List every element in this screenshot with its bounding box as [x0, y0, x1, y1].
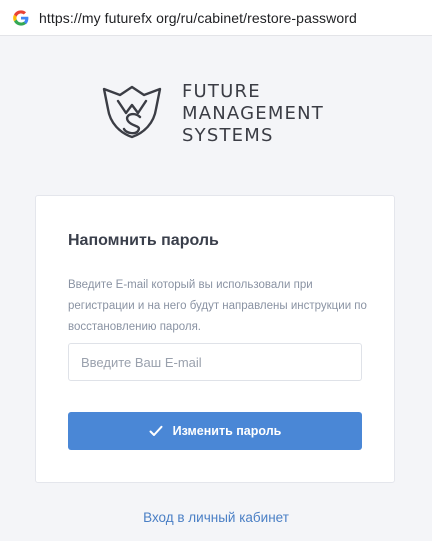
logo-line-systems: SYSTEMS — [182, 125, 274, 146]
login-link[interactable]: Вход в личный кабинет — [0, 510, 432, 525]
address-bar[interactable]: https://my futurefx org/ru/cabinet/resto… — [0, 0, 432, 36]
form-description: Введите E-mail который вы использовали п… — [68, 279, 367, 333]
restore-password-card: Напомнить пароль Введите E-mail который … — [35, 195, 395, 483]
google-g-icon — [13, 9, 29, 26]
url-text[interactable]: https://my futurefx org/ru/cabinet/resto… — [39, 10, 357, 26]
fms-monogram-icon — [100, 79, 164, 143]
logo-wordmark: FUTURE MANAGEMENT SYSTEMS — [182, 79, 324, 147]
change-password-label: Изменить пароль — [172, 424, 282, 438]
email-field[interactable] — [68, 343, 362, 381]
company-logo: FUTURE MANAGEMENT SYSTEMS — [100, 79, 340, 149]
logo-line-management: MANAGEMENT — [182, 103, 324, 124]
check-icon — [149, 425, 163, 437]
page-title: Напомнить пароль — [68, 232, 219, 249]
logo-line-future: FUTURE — [182, 81, 261, 102]
change-password-button[interactable]: Изменить пароль — [68, 412, 362, 450]
